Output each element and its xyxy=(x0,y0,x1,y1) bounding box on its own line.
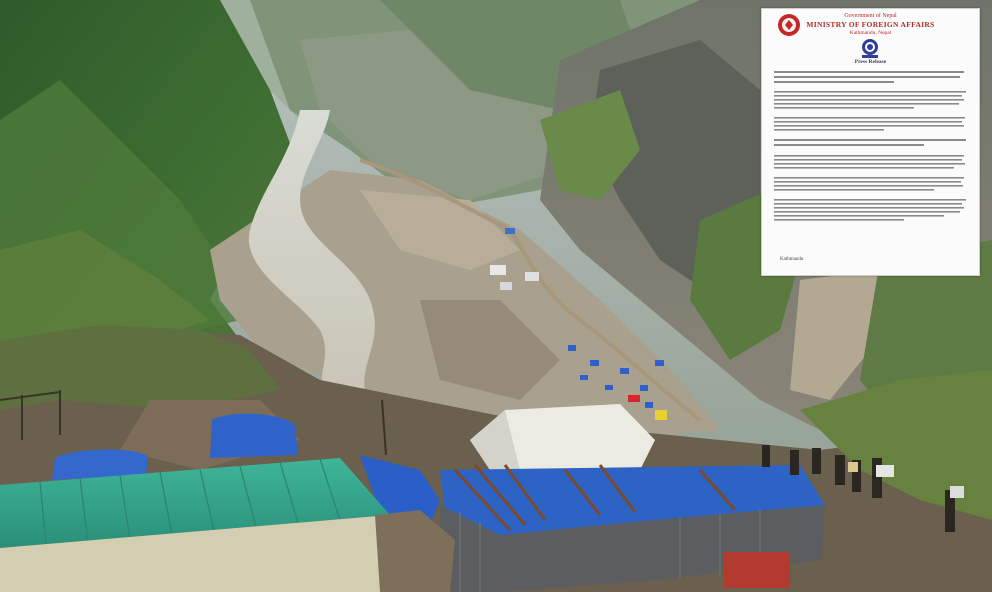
doc-ministry-title: MINISTRY OF FOREIGN AFFAIRS xyxy=(806,20,935,29)
doc-place: Kathmandu, Nepal xyxy=(849,30,892,36)
doc-signature-block: Kathmandu xyxy=(780,257,803,263)
press-release-document: Government of Nepal MINISTRY OF FOREIGN … xyxy=(761,8,980,276)
ministry-logo-icon xyxy=(862,39,878,58)
doc-signatory-place: Kathmandu xyxy=(780,257,804,262)
red-crate xyxy=(724,552,790,588)
blue-tarp xyxy=(210,413,298,458)
doc-body-text xyxy=(774,71,966,221)
doc-press-release-title: Press Release xyxy=(854,59,887,65)
doc-government-line: Government of Nepal xyxy=(844,13,897,19)
